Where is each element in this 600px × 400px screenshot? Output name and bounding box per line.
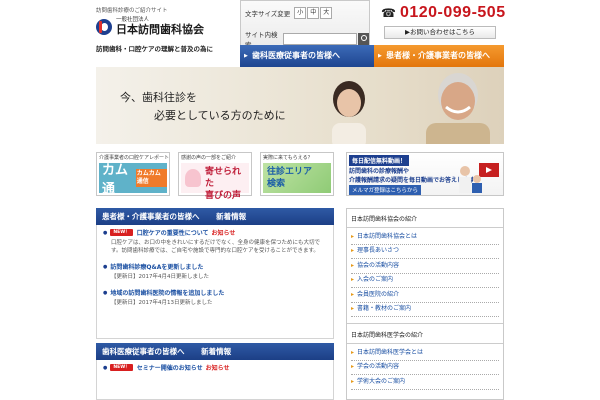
news-patients-list: NEW！ 口腔ケアの重要性について お知らせ 口腔ケアは、お口の中をきれいにする… (96, 225, 334, 339)
banner-title-line1: 往診エリア (267, 167, 313, 177)
news-title-text[interactable]: 訪問歯科診療Q&Aを更新しました (110, 262, 203, 271)
news-title-tag: お知らせ (211, 230, 236, 237)
sidebar-link[interactable]: 日本訪問歯科医学会とは (351, 346, 499, 361)
banner-title-line2: 検索 (267, 179, 286, 189)
banner-title: カム通 (102, 163, 129, 197)
news-item-title[interactable]: 地域の訪問歯科医院の情報を追加しました (103, 288, 327, 297)
sidebar-link[interactable]: 学会の活動内容 (351, 361, 499, 375)
news-item: NEW！ 口腔ケアの重要性について お知らせ 口腔ケアは、お口の中をきれいにする… (97, 225, 333, 255)
sidebar-link[interactable]: 日本訪問歯科協会とは (351, 230, 499, 245)
news-title-text[interactable]: セミナー開催のお知らせ (137, 363, 203, 372)
sidebar-heading-society: 日本訪問歯科医学会の紹介 (347, 323, 503, 344)
site-topline: 訪問歯科診療のご紹介サイト (96, 8, 168, 14)
banner-voices-image: 寄せられた 喜びの声 (181, 163, 249, 201)
font-size-medium-button[interactable]: 中 (307, 7, 320, 19)
news-title-tag: お知らせ (205, 365, 230, 372)
news-item-body: 【更新日】2017年4月13日更新しました (111, 300, 213, 306)
news-patients-header: 患者様・介護事業者の皆様へ 新着情報 (96, 208, 334, 225)
news-title-text[interactable]: 口腔ケアの重要性について (137, 228, 209, 237)
font-size-large-button[interactable]: 大 (320, 7, 333, 19)
sidebar-link[interactable]: 書籍・教材のご案内 (351, 303, 499, 317)
banner-caption: 実際に来てもらえる？ (263, 155, 313, 161)
sidebar: 日本訪問歯科協会の紹介 日本訪問歯科協会とは 理事長あいさつ 協会の活動内容 入… (346, 208, 504, 400)
news-item: NEW！ セミナー開催のお知らせ お知らせ (97, 360, 333, 372)
banner-area-map-image: 往診エリア 検索 (263, 163, 331, 193)
font-size-small-button[interactable]: 小 (294, 7, 307, 19)
site-logo[interactable]: 一般社団法人 日本訪問歯科協会 (96, 17, 204, 36)
hero-man-photo (426, 73, 490, 144)
phone-contact: ☎ 0120-099-505 (381, 4, 506, 22)
header-controls: 文字サイズ変更 小 中 大 サイト内検索 (240, 0, 370, 49)
news-medical-header: 歯科医療従事者の皆様へ 新着情報 (96, 343, 334, 360)
site-tagline: 訪問歯科・口腔ケアの理解と普及の為に (96, 45, 213, 53)
banner-video-line1: 訪問歯科の診療報酬や (349, 168, 410, 175)
banner-kamutsu-image: カム通 カムカム通信 (99, 163, 167, 197)
new-badge: NEW！ (110, 364, 133, 371)
banner-kamutsu[interactable]: 介護事業者の口腔ケアレポート カム通 カムカム通信 (96, 152, 170, 197)
sidebar-link[interactable]: 理事長あいさつ (351, 245, 499, 259)
phone-icon: ☎ (381, 6, 396, 20)
phone-number[interactable]: 0120-099-505 (400, 4, 506, 22)
contact-button[interactable]: ▶お問い合わせはこちら (384, 26, 496, 39)
news-item: 地域の訪問歯科医院の情報を追加しました 【更新日】2017年4月13日更新しまし… (97, 285, 333, 307)
banner-voices[interactable]: 感謝の声の一部をご紹介 寄せられた 喜びの声 (178, 152, 252, 201)
sidebar-link[interactable]: 会員医院の紹介 (351, 288, 499, 303)
font-size-label: 文字サイズ変更 (245, 10, 291, 18)
news-item-title[interactable]: NEW！ セミナー開催のお知らせ お知らせ (103, 363, 327, 372)
font-size-control: 文字サイズ変更 小 中 大 (245, 7, 333, 19)
nav-patients-caregivers[interactable]: 患者様・介護事業者の皆様へ (374, 45, 504, 67)
hero-headline-line2: 必要としている方のために (154, 109, 286, 122)
sidebar-heading-association: 日本訪問歯科協会の紹介 (347, 209, 503, 228)
section-title: 患者様・介護事業者の皆様へ (102, 212, 200, 221)
section-title: 歯科医療従事者の皆様へ (102, 347, 185, 356)
sidebar-link[interactable]: 協会の活動内容 (351, 259, 499, 274)
sidebar-group-association: 日本訪問歯科協会とは 理事長あいさつ 協会の活動内容 入会のご案内 会員医院の紹… (347, 228, 503, 319)
nav-medical-professionals[interactable]: 歯科医療従事者の皆様へ (240, 45, 374, 67)
banner-area-search[interactable]: 実際に来てもらえる？ 往診エリア 検索 (260, 152, 334, 196)
banner-title-line2: 喜びの声 (205, 191, 242, 201)
news-medical-list: NEW！ セミナー開催のお知らせ お知らせ (96, 360, 334, 400)
hero-banner: 今、歯科往診を 必要としている方のために (96, 67, 504, 144)
section-subtitle: 新着情報 (201, 347, 232, 356)
banner-subtitle: カムカム通信 (135, 169, 167, 187)
logo-main-text: 日本訪問歯科協会 (116, 23, 204, 36)
news-title-text[interactable]: 地域の訪問歯科医院の情報を追加しました (110, 288, 224, 297)
section-subtitle: 新着情報 (216, 212, 247, 221)
news-item-title[interactable]: 訪問歯科診療Q&Aを更新しました (103, 262, 327, 271)
news-item-body: 【更新日】2017年4月4日更新しました (111, 274, 209, 280)
newsletter-signup-button[interactable]: メルマガ登録はこちらから (349, 185, 422, 195)
hero-woman-photo (332, 81, 366, 144)
sidebar-link[interactable]: 学術大会のご案内 (351, 375, 499, 390)
sidebar-link[interactable]: 入会のご案内 (351, 274, 499, 288)
banner-caption: 感謝の声の一部をご紹介 (181, 155, 237, 161)
news-item: 訪問歯科診療Q&Aを更新しました 【更新日】2017年4月4日更新しました (97, 259, 333, 281)
news-item-title[interactable]: NEW！ 口腔ケアの重要性について お知らせ (103, 228, 327, 237)
banner-title-line1: 寄せられた (205, 167, 242, 189)
banner-video-badge: 毎日配信無料動画！ (349, 155, 410, 166)
hero-headline-line1: 今、歯科往診を (120, 91, 197, 104)
new-badge: NEW！ (110, 229, 133, 236)
search-icon[interactable] (358, 33, 369, 45)
banner-presenters-image (459, 163, 499, 193)
news-item-body: 口腔ケアは、お口の中をきれいにするだけでなく、全身の健康を保つためにも大切です。… (111, 240, 321, 254)
logo-mark-icon (96, 18, 112, 35)
sidebar-group-society: 日本訪問歯科医学会とは 学会の活動内容 学術大会のご案内 (347, 344, 503, 392)
banner-video-newsletter[interactable]: 毎日配信無料動画！ 訪問歯科の診療報酬や 介護報酬請求の疑問を毎日動画でお答えし… (346, 152, 504, 196)
search-input[interactable] (283, 33, 358, 45)
